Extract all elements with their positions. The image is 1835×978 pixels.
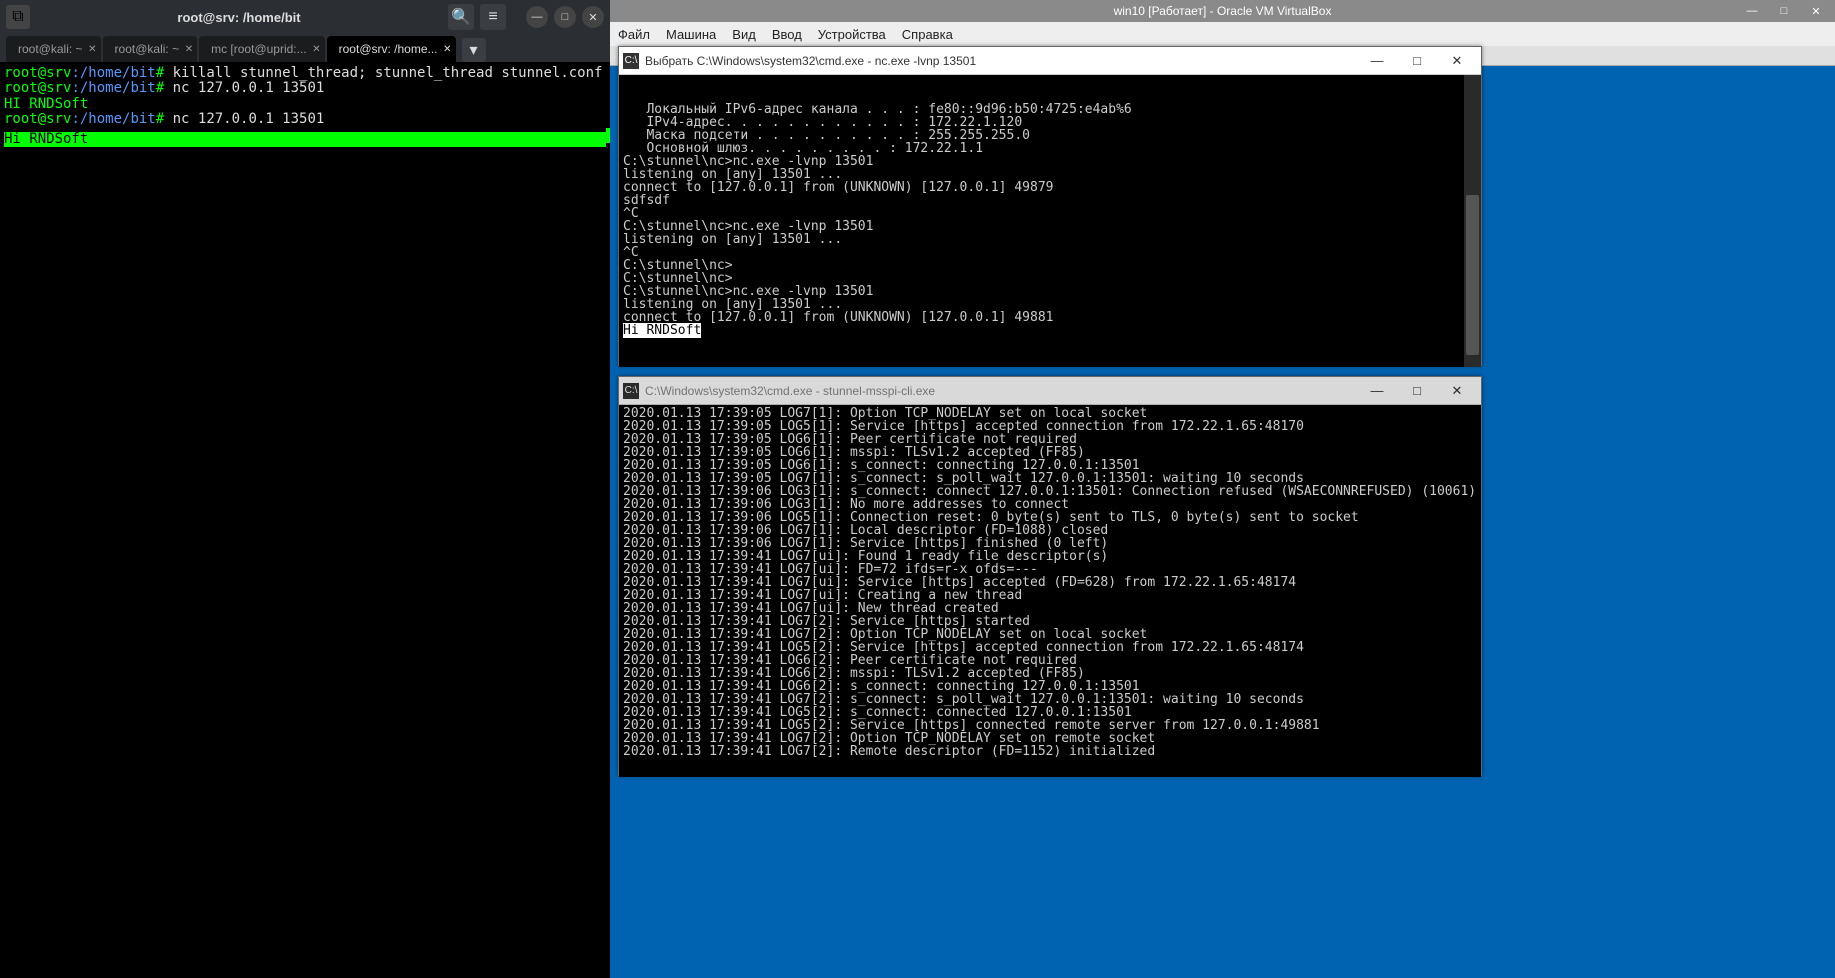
vbox-menubar: Файл Машина Вид Ввод Устройства Справка <box>610 22 1835 46</box>
terminal-app-icon: ⧉ <box>6 5 30 29</box>
vbox-close-button[interactable]: ✕ <box>1801 2 1831 20</box>
maximize-icon: □ <box>1413 383 1421 398</box>
menu-help[interactable]: Справка <box>902 27 953 42</box>
menu-devices[interactable]: Устройства <box>818 27 886 42</box>
tab-close-icon[interactable]: ✕ <box>443 44 451 55</box>
cmd-app-icon: C:\ <box>623 383 639 399</box>
terminal-output: HI RNDSoft <box>4 97 606 112</box>
menu-machine[interactable]: Машина <box>666 27 716 42</box>
minimize-icon: — <box>532 11 543 23</box>
minimize-icon: — <box>1747 5 1758 17</box>
minimize-button[interactable]: — <box>526 6 548 28</box>
tab-label: root@kali: ~ <box>18 42 83 56</box>
cmd-close-button[interactable]: ✕ <box>1437 47 1477 75</box>
terminal-body[interactable]: root@srv:/home/bit# killall stunnel_thre… <box>0 62 610 978</box>
terminal-tab-0[interactable]: root@kali: ~ ✕ <box>6 36 101 62</box>
close-icon: ✕ <box>1811 5 1820 18</box>
cmd-maximize-button[interactable]: □ <box>1397 377 1437 405</box>
close-button[interactable]: ✕ <box>582 6 604 28</box>
search-button[interactable]: 🔍 <box>448 4 474 30</box>
terminal-line: root@srv:/home/bit# killall stunnel_thre… <box>4 66 606 81</box>
cmd-body[interactable]: 2020.01.13 17:39:05 LOG7[1]: Option TCP_… <box>619 405 1481 777</box>
cmd-minimize-button[interactable]: — <box>1357 377 1397 405</box>
tab-dropdown-button[interactable]: ▾ <box>462 38 486 62</box>
cmd-titlebar[interactable]: C:\ C:\Windows\system32\cmd.exe - stunne… <box>619 377 1481 405</box>
terminal-tab-3[interactable]: root@srv: /home... ✕ <box>327 36 456 62</box>
cmd-close-button[interactable]: ✕ <box>1437 377 1477 405</box>
scrollbar-thumb[interactable] <box>1466 195 1479 355</box>
cmd-body[interactable]: Локальный IPv6-адрес канала . . . : fe80… <box>619 75 1481 367</box>
linux-terminal-window: ⧉ root@srv: /home/bit 🔍 ≡ — □ ✕ root@kal… <box>0 0 610 978</box>
window-title: root@srv: /home/bit <box>36 10 442 25</box>
tab-close-icon[interactable]: ✕ <box>185 44 193 55</box>
cmd-line: ^C <box>623 246 1463 259</box>
vbox-window-title: win10 [Работает] - Oracle VM VirtualBox <box>1114 4 1332 18</box>
close-icon: ✕ <box>1452 53 1463 69</box>
cmd-window-stunnel[interactable]: C:\ C:\Windows\system32\cmd.exe - stunne… <box>618 376 1482 776</box>
guest-desktop[interactable]: C:\ Выбрать C:\Windows\system32\cmd.exe … <box>610 66 1835 978</box>
close-icon: ✕ <box>1452 383 1463 399</box>
terminal-line: root@srv:/home/bit# nc 127.0.0.1 13501 <box>4 81 606 96</box>
chevron-down-icon: ▾ <box>470 40 478 60</box>
menu-button[interactable]: ≡ <box>480 4 506 30</box>
cmd-line: listening on [any] 13501 ... <box>623 233 1463 246</box>
vbox-minimize-button[interactable]: — <box>1737 2 1767 20</box>
virtualbox-window: win10 [Работает] - Oracle VM VirtualBox … <box>610 0 1835 978</box>
cmd-line: connect to [127.0.0.1] from (UNKNOWN) [1… <box>623 181 1463 194</box>
menu-input[interactable]: Ввод <box>772 27 802 42</box>
terminal-tab-2[interactable]: mc [root@uprid:... ✕ <box>199 36 325 62</box>
search-icon: 🔍 <box>451 7 471 27</box>
cmd-line-selected: Hi RNDSoft <box>623 324 1463 337</box>
scrollbar[interactable] <box>1464 75 1481 367</box>
linux-titlebar[interactable]: ⧉ root@srv: /home/bit 🔍 ≡ — □ ✕ <box>0 0 610 34</box>
tab-close-icon[interactable]: ✕ <box>88 44 96 55</box>
tab-label: root@kali: ~ <box>115 42 180 56</box>
tab-label: root@srv: /home... <box>339 42 438 56</box>
cmd-minimize-button[interactable]: — <box>1357 47 1397 75</box>
cmd-line: connect to [127.0.0.1] from (UNKNOWN) [1… <box>623 311 1463 324</box>
vbox-maximize-button[interactable]: □ <box>1769 2 1799 20</box>
tab-label: mc [root@uprid:... <box>211 42 307 56</box>
cmd-window-title: Выбрать C:\Windows\system32\cmd.exe - nc… <box>645 54 1357 68</box>
tab-close-icon[interactable]: ✕ <box>312 44 320 55</box>
maximize-icon: □ <box>1413 53 1421 68</box>
cmd-line: 2020.01.13 17:39:41 LOG7[2]: Remote desc… <box>623 745 1477 758</box>
cmd-line: sdfsdf <box>623 194 1463 207</box>
minimize-icon: — <box>1371 53 1384 68</box>
menu-view[interactable]: Вид <box>732 27 756 42</box>
cmd-line: C:\stunnel\nc> <box>623 259 1463 272</box>
cmd-window-nc[interactable]: C:\ Выбрать C:\Windows\system32\cmd.exe … <box>618 46 1482 366</box>
vbox-titlebar[interactable]: win10 [Работает] - Oracle VM VirtualBox … <box>610 0 1835 22</box>
close-icon: ✕ <box>588 11 597 24</box>
terminal-tabs: root@kali: ~ ✕ root@kali: ~ ✕ mc [root@upr… <box>0 34 610 62</box>
minimize-icon: — <box>1371 383 1384 398</box>
menu-file[interactable]: Файл <box>618 27 650 42</box>
maximize-icon: □ <box>562 11 569 23</box>
maximize-icon: □ <box>1781 5 1788 17</box>
cmd-app-icon: C:\ <box>623 53 639 69</box>
terminal-tab-1[interactable]: root@kali: ~ ✕ <box>103 36 198 62</box>
terminal-highlighted-line: Hi RNDSoft <box>4 132 606 147</box>
menu-icon: ≡ <box>488 8 497 26</box>
cmd-maximize-button[interactable]: □ <box>1397 47 1437 75</box>
cmd-window-title: C:\Windows\system32\cmd.exe - stunnel-ms… <box>645 384 1357 398</box>
terminal-line: root@srv:/home/bit# nc 127.0.0.1 13501 <box>4 112 606 127</box>
maximize-button[interactable]: □ <box>554 6 576 28</box>
cmd-titlebar[interactable]: C:\ Выбрать C:\Windows\system32\cmd.exe … <box>619 47 1481 75</box>
